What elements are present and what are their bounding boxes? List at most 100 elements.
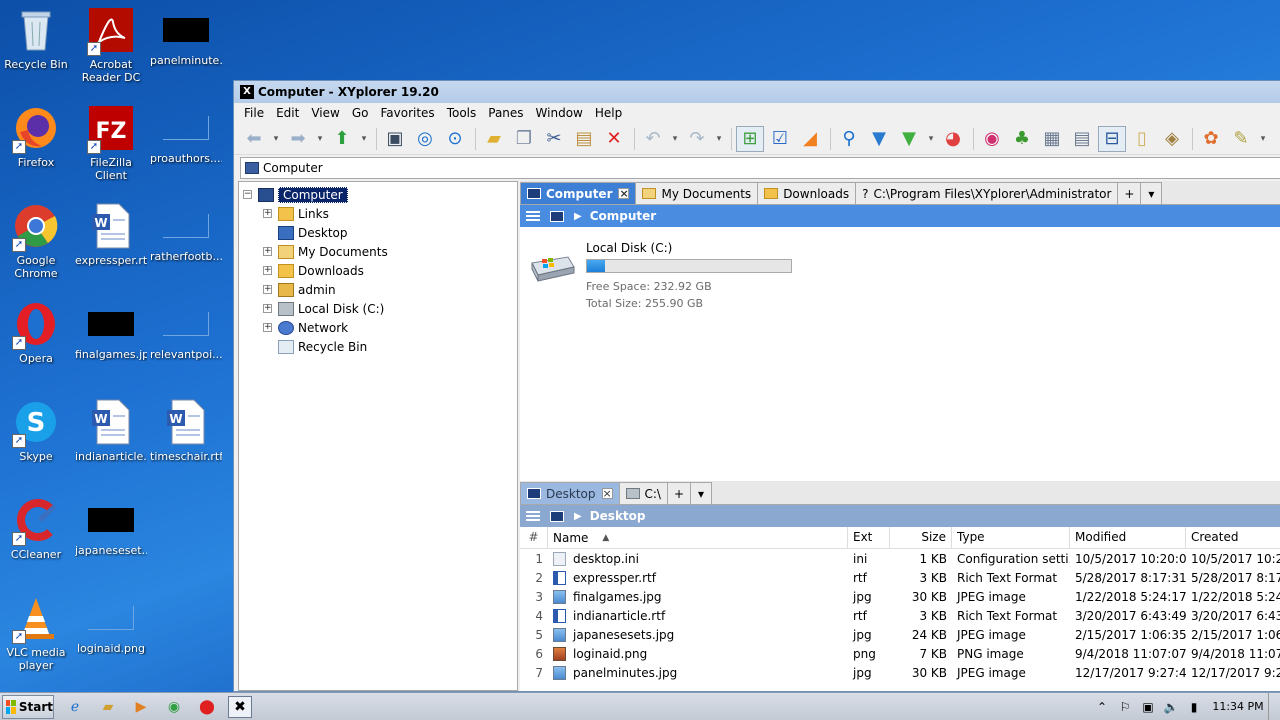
desktop-icon-japanesesets[interactable]: japaneseset...: [75, 496, 147, 557]
green-filter-icon[interactable]: ▼: [895, 126, 923, 152]
new-tab-button[interactable]: +: [1117, 182, 1142, 204]
menu-view[interactable]: View: [305, 106, 345, 120]
forward-arrow-icon[interactable]: ➡: [284, 126, 312, 152]
desktop-icon-opera[interactable]: ➚ Opera: [0, 300, 72, 365]
tree-item-links[interactable]: + Links: [263, 204, 329, 223]
power-icon[interactable]: ▮: [1185, 700, 1203, 714]
tree-item-computer[interactable]: − Computer: [243, 185, 348, 204]
desktop-icon-proauthors[interactable]: proauthors....: [150, 104, 222, 165]
tab-administrator[interactable]: ? C:\Program Files\XYplorer\Administrato…: [855, 182, 1119, 204]
volume-icon[interactable]: 🔈: [1162, 700, 1180, 714]
column-header-modified[interactable]: Modified: [1070, 527, 1186, 548]
desktop-icon-skype[interactable]: S ➚ Skype: [0, 398, 72, 463]
brush-icon[interactable]: ✎: [1227, 126, 1255, 152]
forward-dropdown-icon[interactable]: ▾: [314, 126, 326, 152]
undo-icon[interactable]: ↶: [639, 126, 667, 152]
back-dropdown-icon[interactable]: ▾: [270, 126, 282, 152]
menu-window[interactable]: Window: [530, 106, 589, 120]
file-row[interactable]: 7 panelminutes.jpg jpg 30 KB JPEG image …: [520, 663, 1280, 682]
start-button[interactable]: Start: [2, 694, 54, 719]
breadcrumb-label[interactable]: Computer: [590, 209, 656, 223]
color-wheel-icon[interactable]: ✿: [1197, 126, 1225, 152]
desktop-icon-recycle-bin[interactable]: Recycle Bin: [0, 6, 72, 71]
tab-downloads[interactable]: Downloads: [757, 182, 857, 204]
desktop-icon-ratherfootball[interactable]: ratherfootb...: [150, 202, 222, 263]
network-icon[interactable]: ▣: [1139, 700, 1157, 714]
tab-c-drive[interactable]: C:\: [618, 482, 668, 504]
drive-tile[interactable]: Local Disk (C:) Free Space: 232.92 GB To…: [528, 241, 792, 312]
column-header-ext[interactable]: Ext: [848, 527, 890, 548]
up-dropdown-icon[interactable]: ▾: [358, 126, 370, 152]
file-row[interactable]: 3 finalgames.jpg jpg 30 KB JPEG image 1/…: [520, 587, 1280, 606]
pie-chart-icon[interactable]: ◕: [939, 126, 967, 152]
desktop-icon-timeschair[interactable]: W timeschair.rtf: [150, 398, 222, 463]
column-header-created[interactable]: Created: [1186, 527, 1280, 548]
expand-icon[interactable]: +: [263, 209, 272, 218]
undo-dropdown-icon[interactable]: ▾: [669, 126, 681, 152]
filter-icon[interactable]: ▼: [865, 126, 893, 152]
menu-icon[interactable]: [526, 211, 540, 221]
action-center-flag-icon[interactable]: ⚐: [1116, 700, 1134, 714]
file-row[interactable]: 5 japanesesets.jpg jpg 24 KB JPEG image …: [520, 625, 1280, 644]
opera-icon[interactable]: ⬤: [195, 696, 219, 718]
desktop-icon-expressper[interactable]: W expressper.rtf: [75, 202, 147, 267]
menu-favorites[interactable]: Favorites: [374, 106, 440, 120]
target-icon[interactable]: ◎: [411, 126, 439, 152]
file-row[interactable]: 4 indianarticle.rtf rtf 3 KB Rich Text F…: [520, 606, 1280, 625]
show-hidden-icons-icon[interactable]: ⌃: [1093, 700, 1111, 714]
breadcrumb-label[interactable]: Desktop: [590, 509, 646, 523]
tree-item-my-documents[interactable]: + My Documents: [263, 242, 388, 261]
file-list[interactable]: # Name ▲ Ext Size Type Modified Created 1…: [520, 527, 1280, 691]
tree-item-downloads[interactable]: + Downloads: [263, 261, 364, 280]
tab-list-button[interactable]: ▾: [1140, 182, 1163, 204]
file-explorer-icon[interactable]: ▰: [96, 696, 120, 718]
cut-icon[interactable]: ✂: [540, 126, 568, 152]
tab-list-button[interactable]: ▾: [689, 482, 712, 504]
close-tab-icon[interactable]: ×: [601, 488, 613, 499]
pizza-icon[interactable]: ◢: [796, 126, 824, 152]
tree-item-local-disk[interactable]: + Local Disk (C:): [263, 299, 384, 318]
redo-dropdown-icon[interactable]: ▾: [713, 126, 725, 152]
column-header-size[interactable]: Size: [890, 527, 952, 548]
back-arrow-icon[interactable]: ⬅: [240, 126, 268, 152]
find-files-icon[interactable]: ⊙: [441, 126, 469, 152]
spiral-icon[interactable]: ◉: [978, 126, 1006, 152]
xyplorer-taskbar-icon[interactable]: ✖: [228, 695, 252, 718]
collapse-icon[interactable]: −: [243, 190, 252, 199]
thumbnails-icon[interactable]: ▦: [1038, 126, 1066, 152]
desktop-icon-panelminutes[interactable]: panelminute...: [150, 6, 222, 67]
desktop-icon-filezilla[interactable]: FZ ➚ FileZilla Client: [75, 104, 147, 182]
desktop-icon-indianarticle[interactable]: W indianarticle...: [75, 398, 147, 463]
desktop-icon-firefox[interactable]: ➚ Firefox: [0, 104, 72, 169]
menu-icon[interactable]: [526, 511, 540, 521]
computer-icon[interactable]: ▣: [381, 126, 409, 152]
file-row[interactable]: 6 loginaid.png png 7 KB PNG image 9/4/20…: [520, 644, 1280, 663]
tree-item-desktop[interactable]: Desktop: [278, 223, 348, 242]
delete-icon[interactable]: ✕: [600, 126, 628, 152]
tree-item-recycle-bin[interactable]: Recycle Bin: [278, 337, 367, 356]
internet-explorer-icon[interactable]: ℯ: [63, 696, 87, 718]
checkbox-icon[interactable]: ☑: [766, 126, 794, 152]
redo-icon[interactable]: ↷: [683, 126, 711, 152]
expand-icon[interactable]: +: [263, 285, 272, 294]
title-bar[interactable]: X Computer - XYplorer 19.20: [234, 81, 1280, 103]
menu-file[interactable]: File: [238, 106, 270, 120]
column-header-number[interactable]: #: [520, 527, 548, 548]
menu-tools[interactable]: Tools: [441, 106, 483, 120]
new-tab-button[interactable]: +: [666, 482, 691, 504]
pane1-content[interactable]: Local Disk (C:) Free Space: 232.92 GB To…: [520, 227, 1280, 500]
file-row[interactable]: 2 expressper.rtf rtf 3 KB Rich Text Form…: [520, 568, 1280, 587]
chevron-right-icon[interactable]: ▶: [574, 211, 582, 222]
media-player-icon[interactable]: ▶: [129, 696, 153, 718]
expand-icon[interactable]: +: [263, 323, 272, 332]
file-row[interactable]: 1 desktop.ini ini 1 KB Configuration set…: [520, 549, 1280, 568]
chevron-right-icon[interactable]: ▶: [574, 511, 582, 522]
address-bar[interactable]: Computer: [240, 157, 1280, 179]
expand-icon[interactable]: +: [263, 266, 272, 275]
desktop-icon-chrome[interactable]: ➚ Google Chrome: [0, 202, 72, 280]
desktop-icon-acrobat[interactable]: ➚ Acrobat Reader DC: [75, 6, 147, 84]
desktop-icon-relevantpoint[interactable]: relevantpoi...: [150, 300, 222, 361]
tab-desktop[interactable]: Desktop ×: [520, 482, 620, 504]
desktop-icon-vlc[interactable]: ➚ VLC media player: [0, 594, 72, 672]
preview-pane-icon[interactable]: ▯: [1128, 126, 1156, 152]
